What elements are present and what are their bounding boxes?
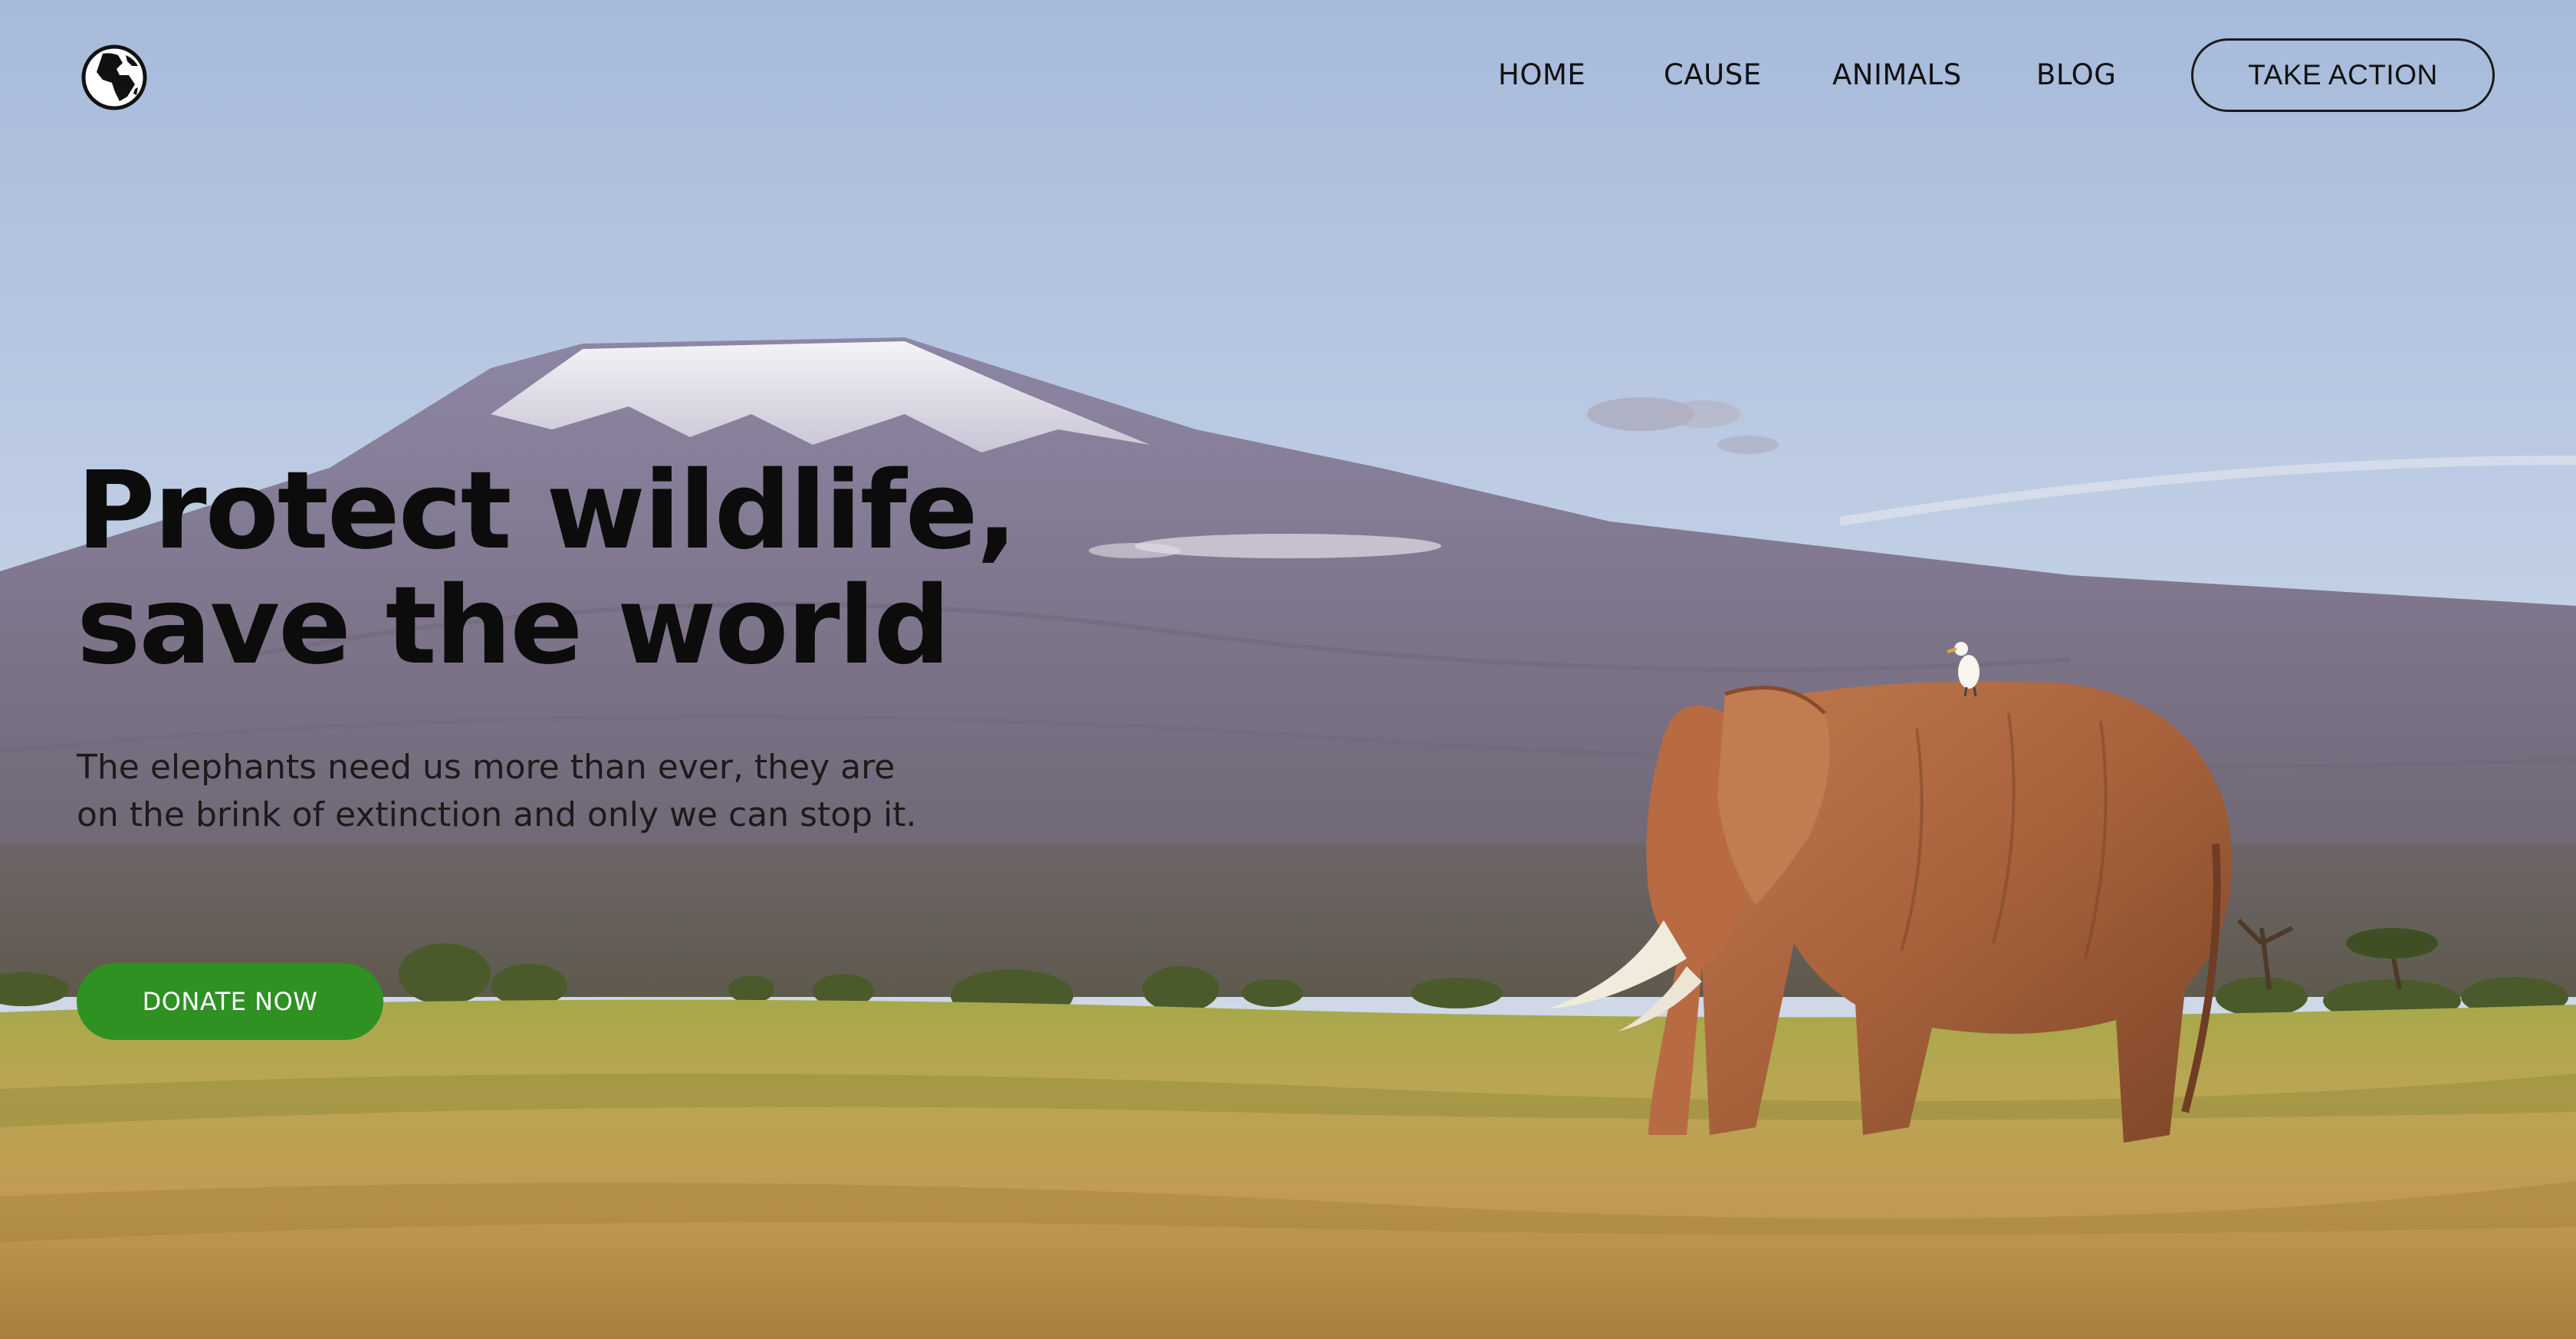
nav-item-cause[interactable]: CAUSE (1664, 58, 1762, 91)
hero-headline-line-2: save the world (77, 564, 951, 689)
nav-item-animals[interactable]: ANIMALS (1832, 58, 1962, 91)
hero-subtext-line-1: The elephants need us more than ever, th… (77, 748, 895, 787)
hero-subtext: The elephants need us more than ever, th… (77, 744, 981, 839)
hero-headline: Protect wildlife, save the world (77, 449, 1017, 689)
donate-now-button[interactable]: DONATE NOW (77, 963, 383, 1040)
nav-item-home[interactable]: HOME (1498, 58, 1585, 91)
nav-item-blog[interactable]: BLOG (2036, 58, 2116, 91)
take-action-button[interactable]: TAKE ACTION (2191, 38, 2495, 112)
hero-subtext-line-2: on the brink of extinction and only we c… (77, 795, 917, 834)
hero-section: HOME CAUSE ANIMALS BLOG TAKE ACTION Prot… (0, 0, 2576, 1339)
globe-icon[interactable] (80, 43, 149, 112)
hero-headline-line-1: Protect wildlife, (77, 449, 1017, 574)
